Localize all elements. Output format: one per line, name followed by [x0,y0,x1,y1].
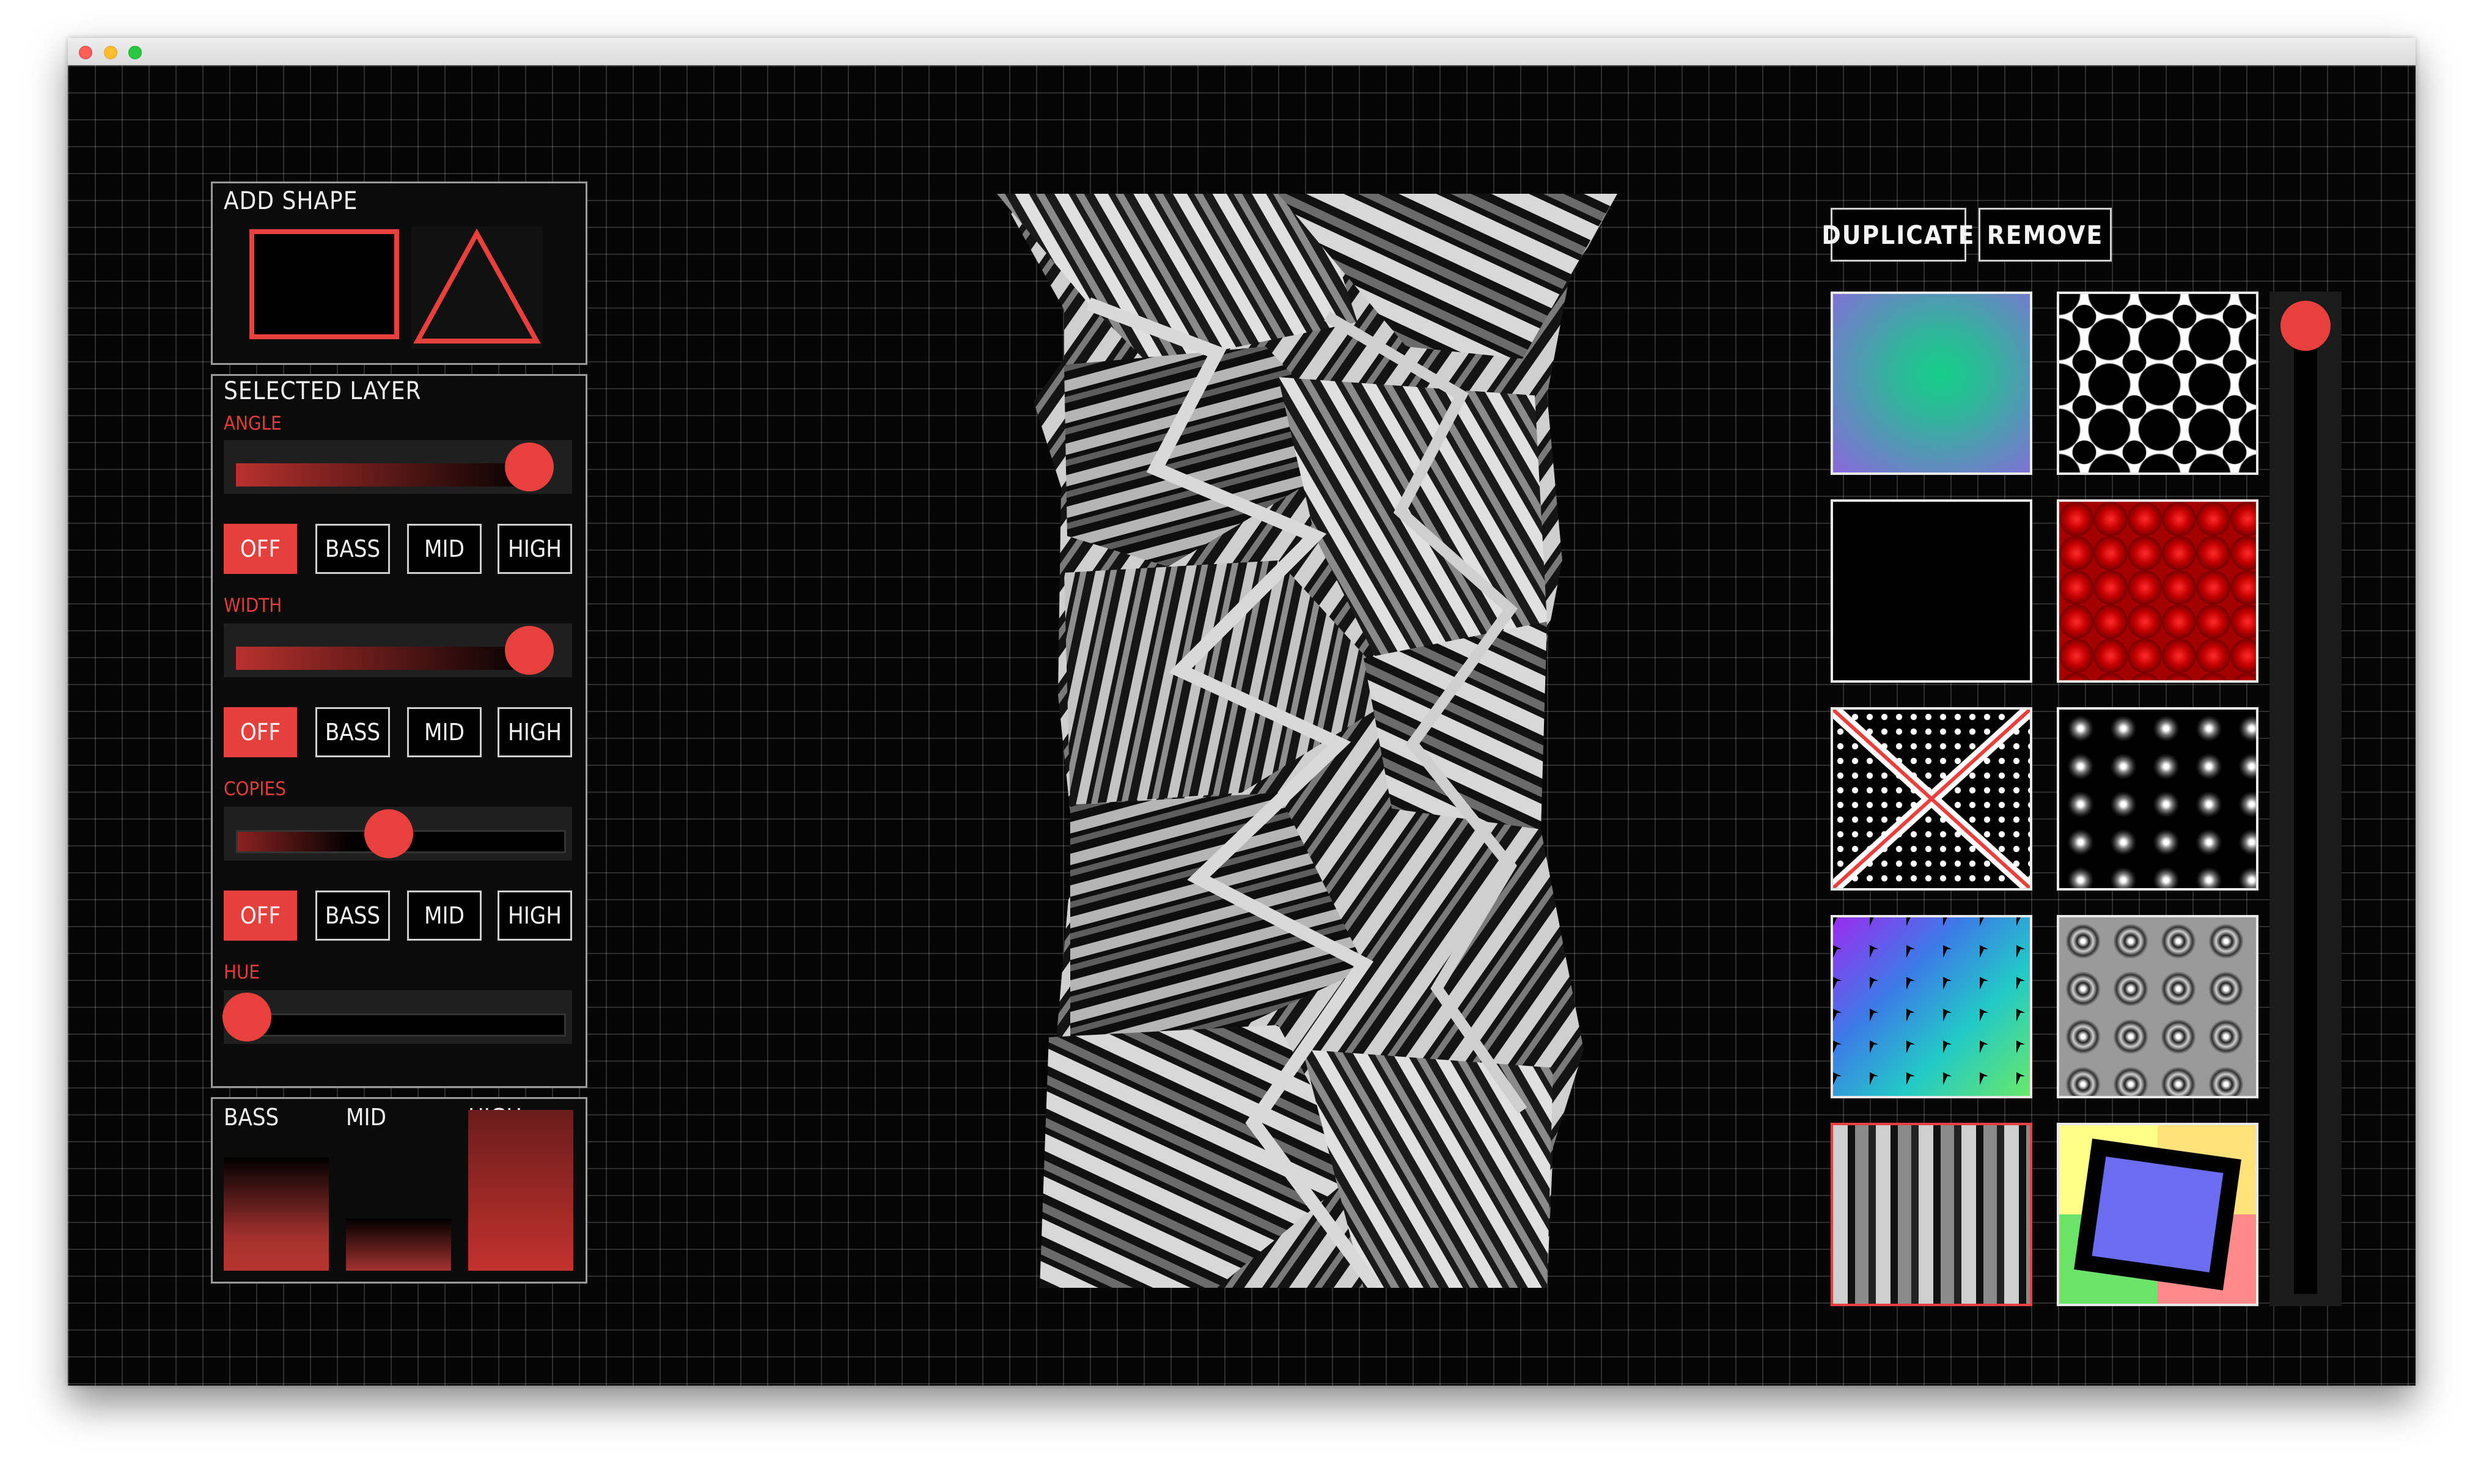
visualizer-output [936,194,1620,1292]
angle-label: ANGLE [224,413,282,435]
copies-mid-button[interactable]: MID [407,891,482,941]
audio-levels-panel: BASS MID HIGH [211,1097,587,1284]
texture-square[interactable] [2057,1123,2258,1306]
angle-mid-button[interactable]: MID [407,524,482,574]
texture-stripes[interactable] [1831,1123,2032,1306]
hue-label: HUE [224,961,260,983]
width-mid-button[interactable]: MID [407,707,482,757]
vertical-slider[interactable] [2269,292,2342,1306]
selected-layer-panel: SELECTED LAYER ANGLE OFF BASS MID HIGH W… [211,374,587,1088]
width-high-button[interactable]: HIGH [498,707,572,757]
angle-slider-knob[interactable] [505,443,554,491]
add-shape-panel: ADD SHAPE [211,182,587,365]
bass-level-label: BASS [224,1104,279,1131]
minimize-window-button[interactable] [104,46,117,59]
width-slider-knob[interactable] [505,626,554,675]
mid-level-label: MID [346,1104,386,1131]
copies-slider-knob[interactable] [364,809,413,858]
angle-off-button[interactable]: OFF [224,524,297,574]
width-bass-button[interactable]: BASS [315,707,390,757]
rectangle-icon [249,229,399,339]
selected-layer-title: SELECTED LAYER [224,377,422,405]
close-window-button[interactable] [79,46,92,59]
bass-level-bar [224,1158,329,1271]
duplicate-button[interactable]: DUPLICATE [1821,208,1974,262]
texture-mosaic[interactable] [1831,915,2032,1098]
angle-bass-button[interactable]: BASS [315,524,390,574]
width-off-button[interactable]: OFF [224,707,297,757]
width-label: WIDTH [224,595,282,617]
copies-high-button[interactable]: HIGH [498,891,572,941]
copies-off-button[interactable]: OFF [224,891,297,941]
add-triangle-button[interactable] [411,226,543,348]
texture-gradient[interactable] [1831,292,2032,475]
mid-level-bar [346,1219,451,1271]
hue-slider-knob[interactable] [222,993,271,1041]
angle-high-button[interactable]: HIGH [498,524,572,574]
app-window: ADD SHAPE SELECTED LAYER ANGLE OFF BASS … [68,38,2416,1386]
texture-black[interactable] [1831,499,2032,683]
texture-kaleidoscope[interactable] [2057,707,2258,891]
high-level-bar [468,1110,573,1271]
triangle-icon [413,228,541,343]
copies-label: COPIES [224,778,286,800]
angle-slider[interactable] [224,440,572,494]
add-rectangle-button[interactable] [249,229,399,339]
title-bar [68,38,2416,65]
texture-quatrefoil[interactable] [2057,292,2258,475]
texture-x-dots[interactable] [1831,707,2032,891]
texture-swirls[interactable] [2057,915,2258,1098]
texture-red-dots[interactable] [2057,499,2258,683]
zoom-window-button[interactable] [128,46,142,59]
remove-button[interactable]: REMOVE [1979,208,2112,262]
copies-slider[interactable] [224,807,572,861]
hue-slider[interactable] [222,990,572,1044]
grid-canvas: ADD SHAPE SELECTED LAYER ANGLE OFF BASS … [68,65,2416,1386]
copies-bass-button[interactable]: BASS [315,891,390,941]
add-shape-title: ADD SHAPE [224,187,358,215]
width-slider[interactable] [224,623,572,677]
vertical-slider-knob[interactable] [2280,301,2331,351]
